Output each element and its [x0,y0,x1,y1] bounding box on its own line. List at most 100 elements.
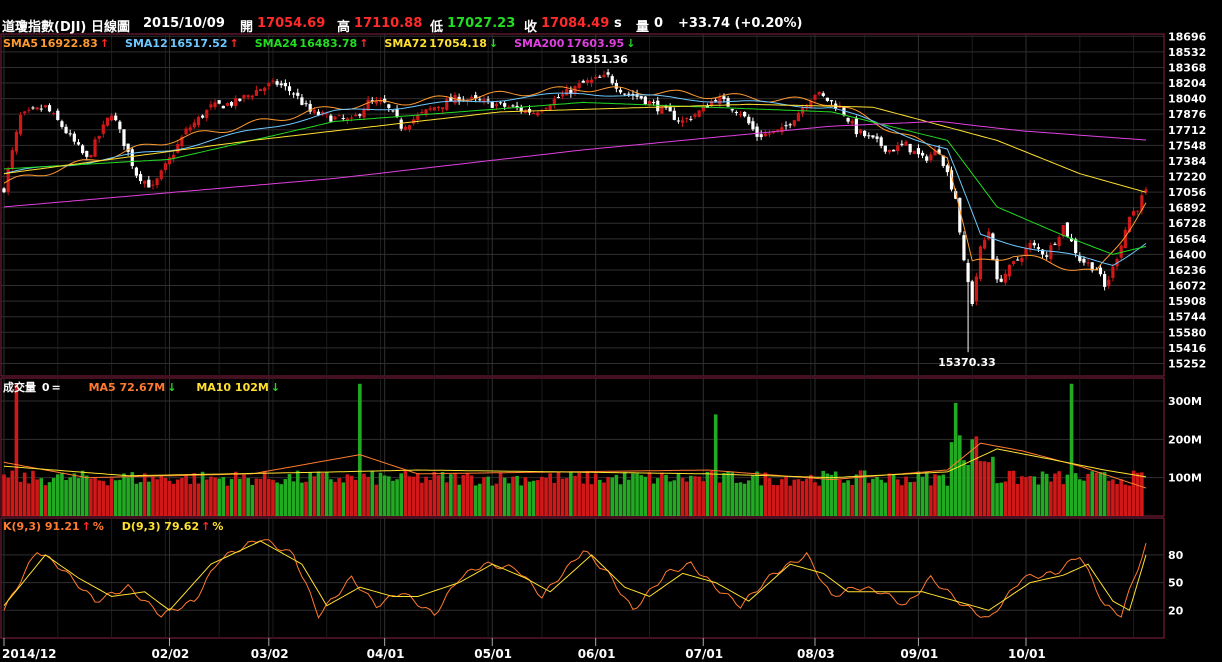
volume-bar [883,482,888,516]
candle-up [428,108,432,110]
volume-bar [1015,483,1020,516]
y-tick-label: 200M [1168,433,1202,446]
candle-down [503,103,507,107]
candle-up [258,88,263,92]
volume-bar [833,471,838,516]
candle-up [151,184,155,186]
volume-bar [813,482,817,516]
volume-bar [552,482,557,516]
candle-up [680,120,685,123]
candle-down [395,109,399,117]
candle-down [358,114,362,116]
candle-up [738,114,743,116]
volume-bar [109,478,114,516]
candle-down [60,121,64,127]
candle-down [846,117,850,122]
volume-bar [871,478,875,516]
legend-value: 16517.52 [169,37,228,50]
x-tick-label: 09/01 [900,647,938,661]
x-tick-label: 10/01 [1008,647,1046,661]
volume-bar [175,479,180,516]
candle-up [1057,237,1061,246]
x-tick-label: 07/01 [685,647,723,661]
candle-down [581,80,585,83]
candle-up [242,95,246,99]
volume-bar [506,483,511,516]
volume-bar [664,474,668,516]
candle-up [167,157,172,165]
candle-up [97,136,101,139]
volume-bar [610,477,615,516]
candle-up [974,276,978,302]
candle-down [610,76,614,84]
volume-bar [1131,470,1136,516]
candle-down [486,99,490,101]
volume-bar [742,483,747,516]
price-pane: 15252 15416 15580 15744 15908 16072 16236 16400… [0,30,1207,377]
candle-up [362,109,366,118]
volume-bar [875,476,879,516]
candle-up [693,114,697,117]
price-legend: SMA5 16922.83 ↑ SMA12 16517.52 ↑ SMA24 16483.78… [3,37,651,50]
volume-bar [324,472,329,516]
candle-down [329,115,333,122]
candle-up [205,109,209,119]
candle-up [213,102,217,108]
volume-bar [353,479,358,516]
candle-down [1016,259,1020,261]
candle-down [478,99,482,101]
y-tick-label: 18368 [1168,61,1206,74]
candle-up [767,133,772,135]
candle-down [76,142,81,145]
volume-legend-label: 成交量 [3,381,36,394]
legend-arrow: ↑ [99,37,110,50]
candle-up [378,101,383,103]
candle-up [858,129,863,133]
volume-bar [163,477,168,516]
volume-bar [1073,473,1078,516]
y-tick-label: 20 [1168,604,1184,617]
candle-down [854,118,858,135]
volume-bar [461,475,466,516]
volume-bar [1115,483,1119,516]
volume-bar [478,483,482,516]
volume-bar [598,479,602,516]
candle-up [792,120,796,126]
volume-bar [440,471,445,516]
candle-down [995,258,999,280]
candle-down [656,100,660,112]
volume-bar [84,475,89,516]
candle-up [18,114,23,135]
volume-bar [929,485,933,516]
volume-bar [349,475,354,516]
candle-up [532,112,536,114]
volume-bar [1102,472,1107,516]
volume-bar [238,478,242,516]
candle-up [407,125,412,130]
candle-down [134,167,139,176]
chart-canvas[interactable]: 15252 15416 15580 15744 15908 16072 16236 16400… [0,0,1222,662]
volume-bar [800,481,805,516]
volume-bar [22,472,27,516]
candle-down [999,278,1003,282]
y-tick-label: 18532 [1168,46,1206,59]
volume-bar [453,473,457,516]
candle-up [904,141,908,146]
y-tick-label: 16400 [1168,248,1207,261]
volume-bar [378,472,383,516]
volume-bar [718,482,722,516]
kd-legend: K(9,3) 91.21 ↑% D(9,3) 79.62 ↑% [3,520,225,533]
volume-bar [457,484,461,516]
volume-bar [986,462,991,516]
candle-down [747,116,751,124]
candle-up [246,95,250,98]
candle-up [1107,279,1111,286]
volume-bar [962,460,966,516]
legend-label: SMA12 [125,37,168,50]
volume-bar [101,480,106,516]
volume-bar [660,472,664,516]
candle-up [337,115,341,117]
volume-bar [937,475,941,516]
volume-bar [982,461,987,516]
volume-bar [722,473,726,516]
